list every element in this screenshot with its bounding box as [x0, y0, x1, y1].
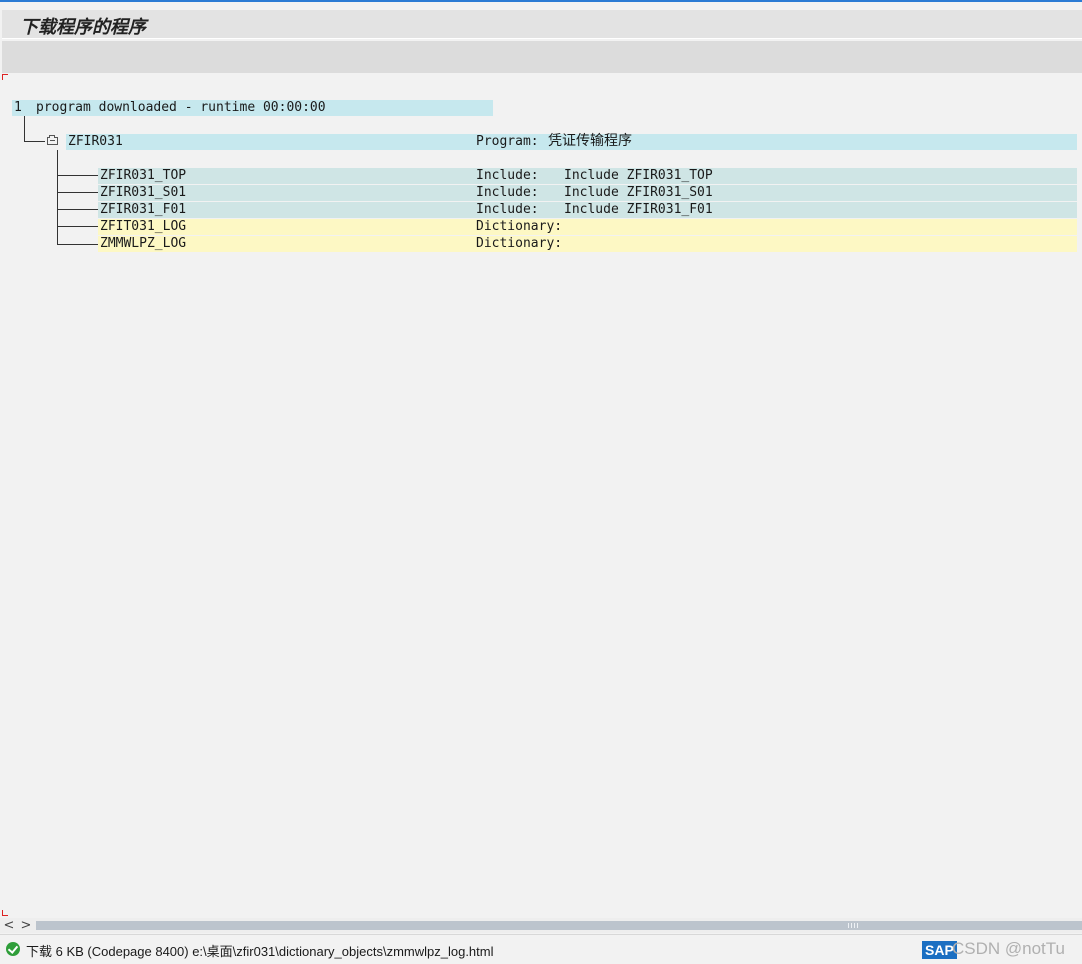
application-toolbar: [2, 41, 1082, 73]
status-bar: 下载 6 KB (Codepage 8400) e:\桌面\zfir031\di…: [0, 934, 1082, 964]
watermark: CSDN @notTu: [952, 939, 1065, 958]
summary-line[interactable]: 1 program downloaded - runtime 00:00:00: [12, 100, 493, 116]
scrollbar-thumb[interactable]: [36, 921, 1082, 930]
tree-connector-child-3: [57, 209, 98, 210]
program-description: 凭证传输程序: [548, 133, 632, 149]
output-list: 1 program downloaded - runtime 00:00:00 …: [0, 90, 1082, 910]
object-description: Include ZFIR031_F01: [564, 202, 713, 217]
object-name: ZMMWLPZ_LOG: [100, 236, 187, 251]
tree-connector-child-1: [57, 175, 98, 176]
program-type: Program:: [476, 134, 539, 149]
program-row[interactable]: ZFIR031 Program: 凭证传输程序: [66, 133, 1077, 150]
tree-connector-children-vertical: [57, 150, 58, 245]
tree-connector-child-2: [57, 192, 98, 193]
list-item[interactable]: ZFIT031_LOG Dictionary:: [98, 219, 1077, 235]
list-item[interactable]: ZMMWLPZ_LOG Dictionary:: [98, 236, 1077, 252]
scroll-left-button[interactable]: <: [2, 918, 16, 933]
object-type: Include:: [476, 168, 539, 183]
tree-connector-root-vertical: [24, 116, 25, 142]
horizontal-scrollbar[interactable]: < >: [0, 918, 1082, 933]
list-item[interactable]: ZFIR031_F01 Include: Include ZFIR031_F01: [98, 202, 1077, 218]
object-name: ZFIR031_TOP: [100, 168, 187, 183]
window-accent-line: [0, 0, 1082, 2]
summary-count: 1: [14, 100, 22, 115]
object-name: ZFIR031_F01: [100, 202, 187, 217]
list-corner-marker-bottom: [2, 910, 8, 916]
tree-connector-root-horizontal: [24, 141, 45, 142]
object-name: ZFIR031_S01: [100, 185, 187, 200]
object-type: Dictionary:: [476, 236, 563, 251]
list-corner-marker-top: [2, 74, 8, 80]
status-message[interactable]: 下载 6 KB (Codepage 8400) e:\桌面\zfir031\di…: [26, 941, 494, 960]
scroll-right-button[interactable]: >: [19, 918, 33, 933]
list-item[interactable]: ZFIR031_S01 Include: Include ZFIR031_S01: [98, 185, 1077, 201]
program-name: ZFIR031: [68, 134, 123, 149]
folder-icon[interactable]: [47, 135, 58, 145]
object-name: ZFIT031_LOG: [100, 219, 187, 234]
scrollbar-grip: [848, 923, 858, 928]
object-description: Include ZFIR031_TOP: [564, 168, 713, 183]
object-type: Include:: [476, 185, 539, 200]
summary-message: program downloaded - runtime 00:00:00: [36, 100, 326, 115]
list-item[interactable]: ZFIR031_TOP Include: Include ZFIR031_TOP: [98, 168, 1077, 184]
object-description: Include ZFIR031_S01: [564, 185, 713, 200]
title-bar: 下载程序的程序: [2, 10, 1082, 39]
tree-connector-child-4: [57, 226, 98, 227]
tree-connector-child-5: [57, 244, 98, 245]
page-title: 下载程序的程序: [20, 17, 146, 38]
success-check-icon: [6, 942, 20, 956]
object-type: Include:: [476, 202, 539, 217]
object-type: Dictionary:: [476, 219, 563, 234]
